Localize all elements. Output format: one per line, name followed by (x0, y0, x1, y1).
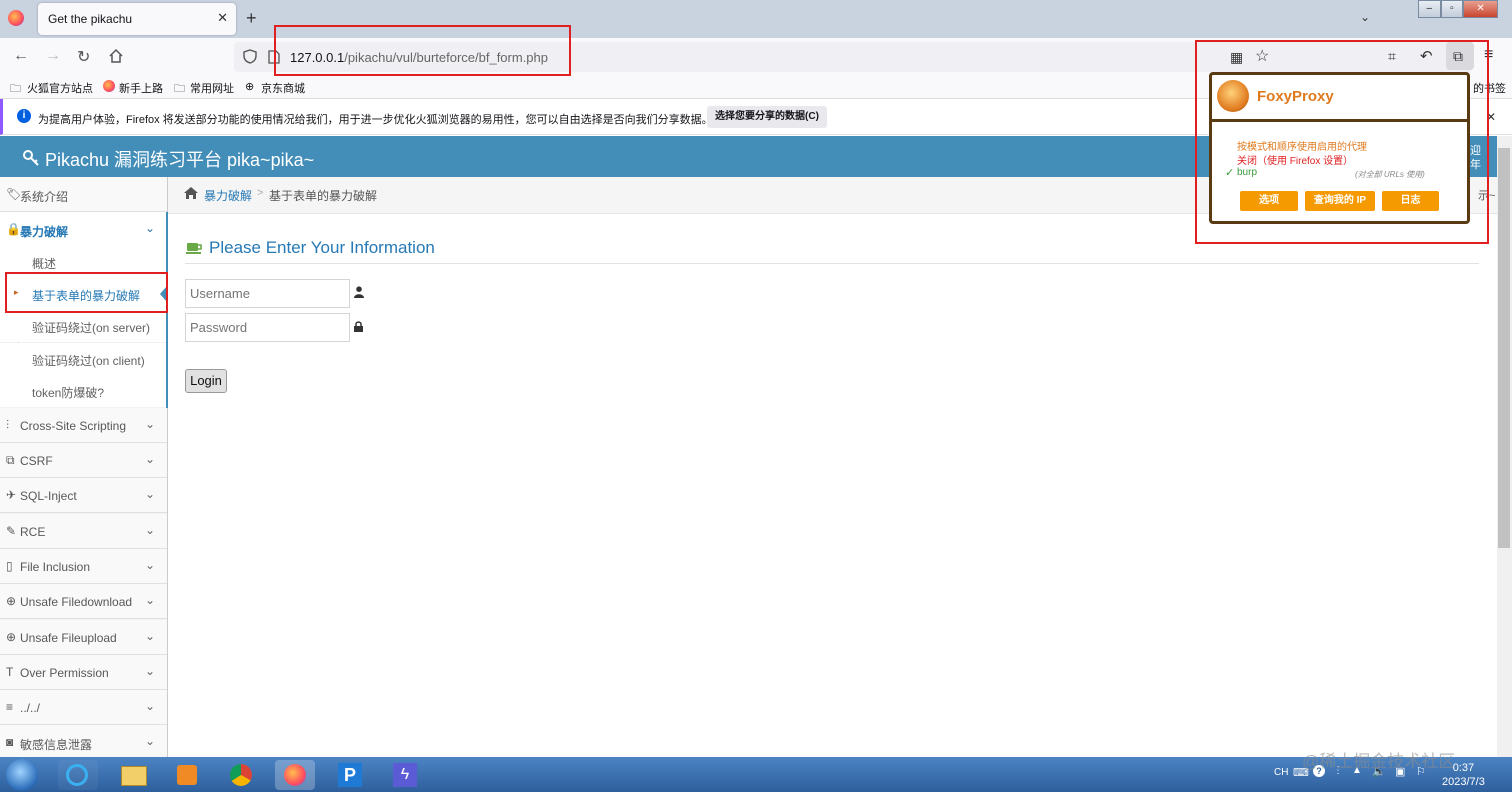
sidebar-item-info-leak[interactable]: ◙ 敏感信息泄露 ⌄ (0, 725, 167, 758)
bookmark-item[interactable]: 常用网址 (190, 80, 234, 96)
page-title: Please Enter Your Information (209, 238, 435, 257)
info-icon: i (17, 109, 31, 123)
align-left-icon: ≡ (6, 700, 14, 714)
key-icon (22, 149, 40, 170)
text-icon: T (6, 665, 14, 679)
sidebar-item-over-permission[interactable]: T Over Permission ⌄ (0, 655, 167, 690)
clock-time: 0:37 (1452, 762, 1475, 774)
clock[interactable]: 0:37 2023/7/3 (1442, 761, 1485, 789)
watermark: @稀土掘金技术社区 (1302, 752, 1456, 771)
bookmark-item[interactable]: 火狐官方站点 (27, 80, 93, 96)
password-input[interactable] (185, 313, 350, 342)
reload-icon[interactable]: ↻ (77, 47, 90, 67)
sidebar-item-file-inclusion[interactable]: ▯ File Inclusion ⌄ (0, 549, 167, 584)
lock-icon: 🔒 (6, 222, 21, 236)
sidebar-item-bruteforce[interactable]: 🔒 暴力破解 ⌄ (0, 212, 167, 247)
clock-date: 2023/7/3 (1442, 776, 1485, 788)
sidebar-item-path-traversal[interactable]: ≡ ../../ ⌄ (0, 690, 167, 725)
taskbar-chrome-icon[interactable] (221, 760, 261, 790)
language-indicator[interactable]: CH (1274, 767, 1288, 778)
annotation-box-foxyproxy (1195, 40, 1489, 244)
submenu-item-token[interactable]: token防爆破? (0, 375, 167, 407)
lock-icon (354, 321, 363, 335)
chevron-down-icon: ⌄ (144, 221, 155, 235)
close-tab-icon[interactable]: ✕ (217, 10, 228, 26)
list-tabs-icon[interactable]: ⌄ (1360, 10, 1370, 24)
taskbar-bolt-app-icon[interactable]: ϟ (385, 760, 425, 790)
bookmark-item[interactable]: 新手上路 (119, 80, 163, 96)
chevron-down-icon: ⌄ (144, 523, 155, 537)
maximize-button[interactable]: ▫ (1440, 0, 1464, 18)
download-icon: ⊕ (6, 594, 17, 608)
list-icon: ⫶ (6, 418, 10, 432)
app-title: Pikachu 漏洞练习平台 pika~pika~ (45, 150, 315, 170)
divider (185, 263, 1479, 264)
tag-icon: 🏷 (6, 187, 22, 201)
coffee-icon (186, 241, 204, 258)
chevron-down-icon: ⌄ (144, 487, 155, 501)
home-icon (183, 186, 199, 203)
pencil-icon: ✎ (6, 524, 17, 538)
bookmark-item[interactable]: 京东商城 (261, 80, 305, 96)
chevron-down-icon: ⌄ (144, 452, 155, 466)
notification-text: 为提高用户体验，Firefox 将发送部分功能的使用情况给我们，用于进一步优化火… (38, 114, 713, 126)
sidebar-item-rce[interactable]: ✎ RCE ⌄ (0, 514, 167, 549)
back-icon[interactable]: ← (13, 47, 29, 65)
tab-get-the-pikachu[interactable]: Get the pikachu ✕ (38, 3, 236, 35)
start-button[interactable] (6, 759, 38, 791)
globe-icon: ⊕ (245, 81, 255, 93)
username-input[interactable] (185, 279, 350, 308)
sidebar-item-csrf[interactable]: ⧉ CSRF ⌄ (0, 443, 167, 478)
share-data-button[interactable]: 选择您要分享的数据(C) (707, 106, 827, 128)
taskbar-explorer-icon[interactable] (113, 760, 153, 790)
tab-title: Get the pikachu (48, 12, 133, 26)
chevron-down-icon: ⌄ (144, 699, 155, 713)
bookmark-folder-icon: 🗀 (174, 83, 185, 95)
chevron-down-icon: ⌄ (144, 417, 155, 431)
user-icon (354, 286, 364, 301)
home-icon[interactable] (108, 48, 124, 67)
share-icon: ⧉ (6, 453, 15, 467)
sidebar-item-xss[interactable]: ⫶ Cross-Site Scripting ⌄ (0, 408, 167, 443)
chevron-down-icon: ⌄ (144, 664, 155, 678)
scrollbar-thumb[interactable] (1498, 148, 1510, 548)
camera-icon: ◙ (6, 735, 14, 749)
sidebar-item-intro[interactable]: 🏷 系统介绍 (0, 177, 167, 212)
new-tab-button[interactable]: + (246, 8, 257, 29)
taskbar-pycharm-icon[interactable]: P (330, 760, 370, 790)
annotation-box-url (274, 25, 571, 76)
chevron-down-icon: ⌄ (144, 558, 155, 572)
annotation-box-menu (5, 272, 168, 313)
taskbar-firefox-icon[interactable] (275, 760, 315, 790)
shield-icon[interactable] (243, 49, 257, 67)
taskbar-ie-icon[interactable] (58, 760, 98, 790)
upload-icon: ⊕ (6, 630, 17, 644)
sidebar-item-fileupload[interactable]: ⊕ Unsafe Fileupload ⌄ (0, 620, 167, 655)
submenu-item-captcha-server[interactable]: 验证码绕过(on server) (0, 310, 167, 342)
bookmark-folder-icon: 🗀 (10, 83, 21, 95)
firefox-icon (103, 80, 115, 92)
chevron-down-icon: ⌄ (144, 593, 155, 607)
taskbar-media-icon[interactable] (167, 760, 207, 790)
firefox-menu-icon[interactable] (8, 10, 24, 26)
forward-icon[interactable]: → (45, 47, 61, 65)
sidebar-item-sqli[interactable]: ✈ SQL-Inject ⌄ (0, 478, 167, 513)
chevron-down-icon: ⌄ (144, 734, 155, 748)
submenu-item-captcha-client[interactable]: 验证码绕过(on client) (0, 343, 167, 375)
breadcrumb-current: 基于表单的暴力破解 (269, 189, 378, 203)
close-window-button[interactable]: ✕ (1463, 0, 1499, 18)
breadcrumb-separator: > (257, 187, 264, 199)
login-button[interactable]: Login (185, 369, 227, 393)
fighter-jet-icon: ✈ (6, 488, 17, 502)
file-icon: ▯ (6, 559, 13, 573)
minimize-button[interactable]: – (1418, 0, 1441, 18)
breadcrumb-link[interactable]: 暴力破解 (204, 187, 252, 204)
window-controls: – ▫ ✕ (1418, 0, 1499, 18)
sidebar-item-filedownload[interactable]: ⊕ Unsafe Filedownload ⌄ (0, 584, 167, 619)
chevron-down-icon: ⌄ (144, 629, 155, 643)
